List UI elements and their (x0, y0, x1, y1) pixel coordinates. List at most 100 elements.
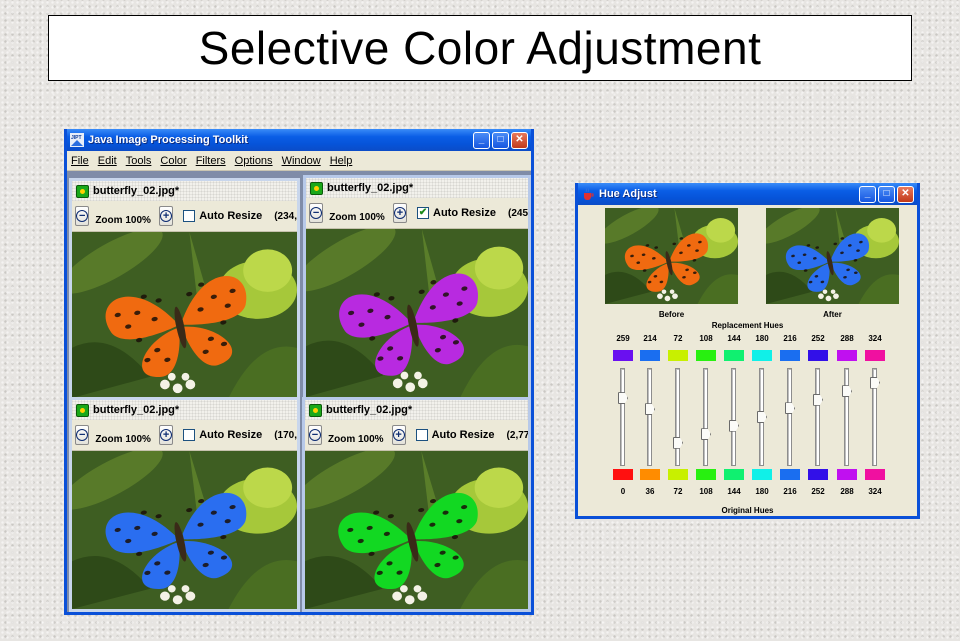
auto-resize-label: Auto Resize (433, 207, 496, 219)
zoom-out-button[interactable]: − (309, 203, 324, 223)
zoom-in-button[interactable]: + (392, 203, 408, 223)
image-frame[interactable]: butterfly_02.jpg* − Zoom 100% + Auto Res… (69, 178, 300, 401)
hue-slider-thumb[interactable] (842, 385, 852, 398)
maximize-button[interactable]: □ (492, 131, 509, 149)
menu-edit[interactable]: Edit (98, 155, 117, 167)
image-frame[interactable]: butterfly_02.jpg* − Zoom 100% + Auto Res… (302, 397, 531, 612)
hue-slider-thumb[interactable] (645, 403, 655, 416)
zoom-out-icon: − (309, 429, 321, 441)
hue-slider-thumb[interactable] (673, 436, 683, 449)
image-frame[interactable]: butterfly_02.jpg* − Zoom 100% + Auto Res… (69, 397, 300, 612)
butterfly-image[interactable] (72, 447, 297, 609)
app-icon: JIPT (70, 133, 84, 147)
after-preview (758, 205, 899, 304)
replacement-hue-value: 144 (727, 334, 741, 343)
butterfly-image[interactable] (72, 228, 297, 398)
hue-slider-track[interactable] (731, 368, 736, 466)
butterfly-image[interactable] (306, 225, 528, 397)
replacement-hue-value: 72 (673, 334, 683, 343)
menu-options-label: Options (234, 154, 273, 167)
hue-slider-thumb[interactable] (701, 428, 711, 441)
hue-slider-track[interactable] (703, 368, 708, 466)
menu-file[interactable]: File (71, 155, 89, 167)
close-button[interactable]: ✕ (511, 131, 528, 149)
menu-color[interactable]: Color (160, 155, 186, 167)
auto-resize-checkbox[interactable]: Auto Resize (183, 210, 262, 222)
replacement-hue-swatch (668, 350, 688, 361)
minimize-button[interactable]: _ (473, 131, 490, 149)
hue-slider-thumb[interactable] (618, 392, 628, 405)
frame-icon (309, 403, 322, 417)
zoom-out-button[interactable]: − (308, 425, 322, 445)
original-hue-swatch (752, 469, 772, 480)
menu-tools[interactable]: Tools (126, 155, 152, 167)
checkbox-box (183, 210, 196, 222)
checkbox-box: ✔ (417, 207, 430, 219)
zoom-label: Zoom 100% (329, 211, 385, 223)
auto-resize-label: Auto Resize (199, 429, 263, 441)
menu-help-label: Help (329, 154, 353, 167)
replacement-hue-value: 324 (868, 334, 882, 343)
menu-window[interactable]: Window (282, 155, 321, 167)
menu-filters[interactable]: Filters (196, 155, 226, 167)
hue-slider-track[interactable] (647, 368, 652, 466)
replacement-hue-swatch (780, 350, 800, 361)
coords-readout: (234, (274, 210, 297, 222)
zoom-label: Zoom 100% (95, 433, 151, 445)
hue-slider-thumb[interactable] (757, 411, 767, 423)
zoom-label: Zoom 100% (95, 214, 151, 226)
zoom-in-button[interactable]: + (391, 425, 406, 445)
hue-slider-track[interactable] (675, 368, 680, 466)
auto-resize-checkbox[interactable]: Auto Resize (183, 429, 262, 441)
menu-help[interactable]: Help (330, 155, 353, 167)
menu-options[interactable]: Options (235, 155, 273, 167)
zoom-in-icon: + (393, 207, 406, 219)
menu-color-label: Color (160, 154, 187, 167)
zoom-out-button[interactable]: − (75, 425, 90, 445)
zoom-out-button[interactable]: − (75, 206, 90, 226)
original-hue-value: 0 (620, 487, 626, 496)
close-button[interactable]: ✕ (897, 185, 914, 203)
auto-resize-checkbox[interactable]: ✔ Auto Resize (417, 207, 496, 219)
original-hue-value: 180 (755, 487, 769, 496)
hue-slider-thumb[interactable] (785, 402, 795, 415)
frame-toolbar: − Zoom 100% + Auto Resize (170, (72, 420, 297, 451)
zoom-out-icon: − (76, 429, 89, 441)
image-frame[interactable]: butterfly_02.jpg* − Zoom 100% + ✔ Auto Re… (303, 175, 531, 400)
toolkit-titlebar[interactable]: JIPT Java Image Processing Toolkit _ □ ✕ (67, 129, 531, 151)
maximize-button[interactable]: □ (878, 185, 895, 203)
hue-slider-track[interactable] (844, 368, 849, 466)
slide-title: Selective Color Adjustment (48, 15, 912, 81)
frame-titlebar[interactable]: butterfly_02.jpg* (72, 181, 297, 201)
menu-bar: File Edit Tools Color Filters Options Wi… (67, 151, 531, 171)
hue-slider-track[interactable] (815, 368, 820, 466)
hue-slider-thumb[interactable] (870, 376, 880, 389)
hue-slider-track[interactable] (620, 368, 625, 466)
frame-titlebar[interactable]: butterfly_02.jpg* (72, 400, 297, 420)
hue-slider-track[interactable] (787, 368, 792, 466)
zoom-in-icon: + (160, 210, 173, 222)
coords-readout: (170, (274, 429, 297, 441)
original-hue-value: 324 (868, 487, 882, 496)
checkbox-box (183, 429, 196, 441)
butterfly-image[interactable] (305, 447, 528, 609)
frame-title: butterfly_02.jpg* (326, 404, 413, 416)
minimize-button[interactable]: _ (859, 185, 876, 203)
original-hue-swatch (640, 469, 660, 480)
frame-titlebar[interactable]: butterfly_02.jpg* (305, 400, 528, 420)
hue-slider-thumb[interactable] (813, 393, 823, 406)
replacement-hue-value: 180 (755, 334, 769, 343)
original-hue-swatch (808, 469, 828, 480)
hue-adjust-titlebar[interactable]: Hue Adjust _ □ ✕ (578, 183, 917, 205)
hue-adjust-title: Hue Adjust (599, 188, 657, 200)
replacement-hue-swatch (752, 350, 772, 361)
frame-titlebar[interactable]: butterfly_02.jpg* (306, 178, 528, 198)
zoom-in-button[interactable]: + (158, 206, 174, 226)
hue-slider-thumb[interactable] (729, 419, 739, 432)
zoom-in-button[interactable]: + (158, 425, 174, 445)
auto-resize-label: Auto Resize (431, 429, 495, 441)
menu-filters-label: Filters (195, 154, 226, 167)
replacement-hue-value: 216 (783, 334, 797, 343)
auto-resize-checkbox[interactable]: Auto Resize (415, 429, 495, 441)
frame-toolbar: − Zoom 100% + Auto Resize (234, (72, 201, 297, 232)
